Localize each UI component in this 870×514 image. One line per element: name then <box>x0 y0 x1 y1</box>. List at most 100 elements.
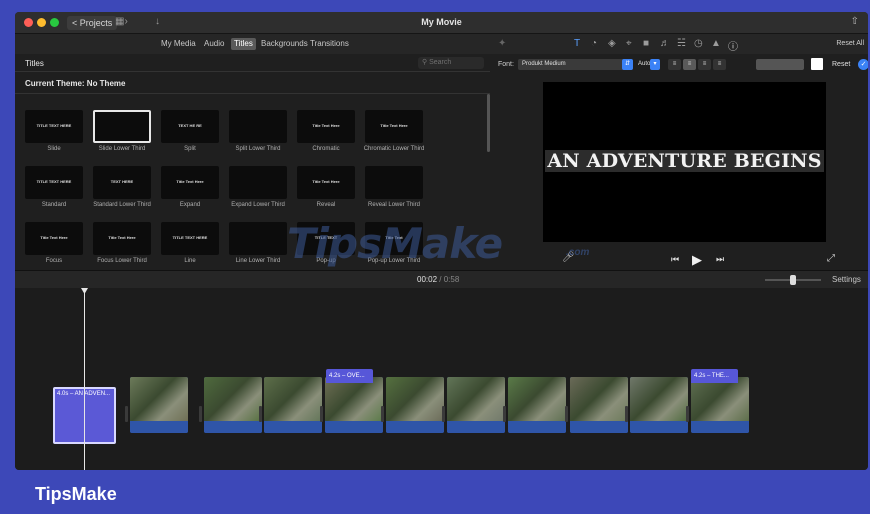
text-style-buttons[interactable] <box>756 59 804 70</box>
transition-handle[interactable] <box>320 406 323 422</box>
title-clip[interactable]: 4.2s – OVE... <box>326 369 373 383</box>
tab-transitions[interactable]: Transitions <box>307 38 352 50</box>
timeline[interactable]: 4.0s – AN ADVEN... 4.2s – OVE... 4.2s – T… <box>15 288 868 470</box>
search-input[interactable]: ⚲ Search <box>418 57 484 69</box>
brand-label: TipsMake <box>35 484 117 504</box>
clip-thumbnail <box>325 377 383 421</box>
font-select[interactable]: Produkt Medium ⇵ <box>518 59 633 70</box>
color-correction-icon[interactable]: ◈ <box>608 38 616 49</box>
title-tile-label: Split <box>184 146 196 152</box>
title-tile-label: Chromatic <box>312 146 340 152</box>
stabilization-icon[interactable]: ■ <box>643 38 649 49</box>
align-right-button[interactable]: ≡ <box>698 59 711 70</box>
volume-icon[interactable]: ♬ <box>660 38 670 49</box>
clip-audio-waveform <box>325 421 383 433</box>
video-clip[interactable] <box>630 377 688 433</box>
screenshot-frame: < Projects ▦› ↓ My Movie ⇧ My Media Audi… <box>0 0 870 514</box>
chevron-down-icon[interactable]: ▾ <box>650 59 660 70</box>
video-preview[interactable]: AN ADVENTURE BEGINS <box>543 82 826 242</box>
video-clip[interactable] <box>264 377 322 433</box>
title-thumbnail-text: TITLE TEXT HERE <box>172 235 208 240</box>
transition-handle[interactable] <box>199 406 202 422</box>
color-balance-icon[interactable]: ◔ <box>591 38 597 49</box>
align-left-button[interactable]: ≡ <box>668 59 681 70</box>
zoom-slider-knob[interactable] <box>790 275 796 285</box>
video-clip[interactable] <box>386 377 444 433</box>
reset-all-button[interactable]: Reset All <box>836 40 864 47</box>
text-icon[interactable]: T <box>574 38 580 49</box>
title-thumbnail: Title Text Here <box>297 110 355 143</box>
video-clip[interactable] <box>508 377 566 433</box>
title-tile-label: Reveal <box>316 202 336 208</box>
transition-handle[interactable] <box>565 406 568 422</box>
video-clip[interactable] <box>204 377 262 433</box>
title-tile-label: Slide Lower Third <box>98 146 146 152</box>
transition-handle[interactable] <box>625 406 628 422</box>
title-thumbnail: TEXT HE RE <box>161 110 219 143</box>
title-tile-label: Reveal Lower Third <box>368 202 420 208</box>
text-color-swatch[interactable] <box>811 58 823 70</box>
align-justify-button[interactable]: ≡ <box>713 59 726 70</box>
tab-titles[interactable]: Titles <box>231 38 256 50</box>
tab-backgrounds[interactable]: Backgrounds <box>258 38 311 50</box>
viewer-toolbar: ✦ T ◔ ◈ ⌖ ■ ♬ ☵ ◷ ▲ ⓘ Reset All <box>490 34 868 54</box>
video-clip[interactable] <box>325 377 383 433</box>
skip-back-icon[interactable]: ⏮︎ <box>671 254 679 265</box>
clip-audio-waveform <box>508 421 566 433</box>
playhead[interactable] <box>84 288 85 470</box>
title-clip[interactable]: 4.2s – THE... <box>691 369 738 383</box>
title-tile-label: Chromatic Lower Third <box>363 146 425 152</box>
clip-thumbnail <box>570 377 628 421</box>
fullscreen-icon[interactable]: ⤢ <box>827 253 835 264</box>
video-clip[interactable] <box>570 377 628 433</box>
play-icon[interactable]: ▶︎ <box>692 252 702 268</box>
apply-checkmark-icon[interactable]: ✓ <box>858 59 868 70</box>
settings-button[interactable]: Settings <box>832 275 861 284</box>
transition-handle[interactable] <box>503 406 506 422</box>
clip-audio-waveform <box>447 421 505 433</box>
reset-button[interactable]: Reset <box>832 61 850 68</box>
title-tile-label: Standard Lower Third <box>93 202 151 208</box>
skip-forward-icon[interactable]: ⏭︎ <box>716 254 724 265</box>
share-icon[interactable]: ⇧ <box>851 16 859 27</box>
title-thumbnail <box>229 222 287 255</box>
speed-icon[interactable]: ◷ <box>694 38 703 49</box>
tab-my-media[interactable]: My Media <box>158 38 199 50</box>
watermark-logo: TipsMake <box>287 219 503 268</box>
preview-title-text[interactable]: AN ADVENTURE BEGINS <box>543 150 826 172</box>
font-value: Produkt Medium <box>522 61 566 67</box>
playhead-handle[interactable] <box>81 288 88 294</box>
transition-handle[interactable] <box>259 406 262 422</box>
clip-thumbnail <box>508 377 566 421</box>
title-thumbnail: TEXT HERE <box>93 166 151 199</box>
video-clip[interactable] <box>130 377 188 433</box>
tab-audio[interactable]: Audio <box>201 38 227 50</box>
info-icon[interactable]: ⓘ <box>728 38 738 53</box>
title-thumbnail: Title Text Here <box>161 166 219 199</box>
browser-section-label: Titles <box>25 59 44 68</box>
noise-reduction-icon[interactable]: ☵ <box>677 38 686 49</box>
title-thumbnail-text: Title Text Here <box>312 123 340 128</box>
title-tile-label: Line <box>184 258 196 264</box>
transition-handle[interactable] <box>442 406 445 422</box>
align-center-button[interactable]: ≡ <box>683 59 696 70</box>
video-clip[interactable] <box>691 377 749 433</box>
video-clip[interactable] <box>447 377 505 433</box>
transition-handle[interactable] <box>686 406 689 422</box>
clip-thumbnail <box>630 377 688 421</box>
window-title: My Movie <box>421 17 462 27</box>
search-placeholder: Search <box>429 59 452 66</box>
clip-filter-icon[interactable]: ▲ <box>711 38 721 49</box>
title-thumbnail-text: TITLE TEXT HERE <box>36 123 72 128</box>
timecode-current: 00:02 <box>417 275 438 284</box>
clip-thumbnail <box>447 377 505 421</box>
title-thumbnail-text: Title Text Here <box>176 179 204 184</box>
clip-audio-waveform <box>630 421 688 433</box>
magic-wand-icon[interactable]: ✦ <box>498 38 506 49</box>
transition-handle[interactable] <box>125 406 128 422</box>
transition-handle[interactable] <box>381 406 384 422</box>
title-thumbnail <box>93 110 151 143</box>
browser-header: Titles ⚲ Search <box>15 54 490 72</box>
title-thumbnail: TITLE TEXT HERE <box>25 166 83 199</box>
crop-icon[interactable]: ⌖ <box>626 38 632 49</box>
